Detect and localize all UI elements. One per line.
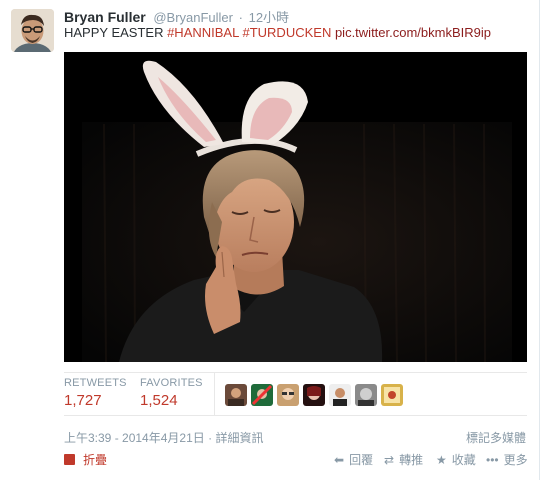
separator-dot: ·	[238, 10, 243, 25]
favorites-label: FAVORITES	[140, 377, 203, 389]
avatar[interactable]	[11, 9, 54, 52]
reply-label: 回覆	[349, 453, 374, 467]
retweets-label: RETWEETS	[64, 377, 127, 389]
reply-button[interactable]: ⬅ 回覆	[334, 451, 373, 468]
favoriter-avatar[interactable]	[355, 384, 377, 406]
tweet-time[interactable]: 12小時	[249, 10, 289, 25]
flag-media-link[interactable]: 標記多媒體	[466, 429, 526, 446]
tweet-stats: RETWEETS 1,727 FAVORITES 1,524	[64, 372, 527, 416]
favoriter-avatar[interactable]	[303, 384, 325, 406]
details-link[interactable]: 詳細資訊	[215, 431, 263, 445]
collapse-label: 折疊	[83, 453, 108, 467]
hashtag-turducken[interactable]: #TURDUCKEN	[242, 25, 331, 40]
tweet-header: Bryan Fuller @BryanFuller · 12小時	[64, 8, 289, 26]
tweet-media-photo[interactable]	[64, 52, 527, 362]
favoriter-avatar[interactable]	[251, 384, 273, 406]
more-label: 更多	[503, 453, 528, 467]
tweet-timestamp-row: 上午3:39 - 2014年4月21日 · 詳細資訊	[64, 429, 263, 446]
collapse-icon	[64, 454, 75, 465]
more-icon: •••	[486, 453, 499, 467]
more-button[interactable]: ••• 更多	[486, 451, 528, 468]
retweet-icon: ⇄	[384, 453, 395, 467]
author-fullname[interactable]: Bryan Fuller	[64, 9, 146, 25]
pic-link[interactable]: pic.twitter.com/bkmkBIR9ip	[335, 25, 491, 40]
star-icon: ★	[436, 453, 447, 467]
favoriter-avatar[interactable]	[381, 384, 403, 406]
retweet-label: 轉推	[399, 453, 424, 467]
favorites-count: 1,524	[140, 392, 178, 409]
collapse-button[interactable]: 折疊	[64, 451, 107, 468]
favorite-button[interactable]: ★ 收藏	[436, 451, 476, 468]
tweet-text-plain: HAPPY EASTER	[64, 25, 168, 40]
retweets-count: 1,727	[64, 392, 102, 409]
favorites-stat[interactable]: FAVORITES 1,524	[140, 377, 203, 409]
favorite-label: 收藏	[451, 453, 476, 467]
author-username[interactable]: @BryanFuller	[153, 10, 233, 25]
tweet-timestamp: 上午3:39 - 2014年4月21日	[64, 431, 205, 445]
favoriter-avatar[interactable]	[225, 384, 247, 406]
retweet-button[interactable]: ⇄ 轉推	[384, 451, 423, 468]
tweet-actions: 折疊 ⬅ 回覆 ⇄ 轉推 ★ 收藏 ••• 更多	[64, 448, 528, 470]
tweet-text: HAPPY EASTER #HANNIBAL #TURDUCKEN pic.tw…	[64, 25, 491, 41]
hashtag-hannibal[interactable]: #HANNIBAL	[167, 25, 239, 40]
favoriter-avatar[interactable]	[277, 384, 299, 406]
stats-divider	[214, 373, 215, 415]
reply-icon: ⬅	[334, 453, 345, 467]
tweet-card[interactable]: Bryan Fuller @BryanFuller · 12小時 HAPPY E…	[0, 0, 540, 480]
retweets-stat[interactable]: RETWEETS 1,727	[64, 377, 127, 409]
favoriter-avatar[interactable]	[329, 384, 351, 406]
